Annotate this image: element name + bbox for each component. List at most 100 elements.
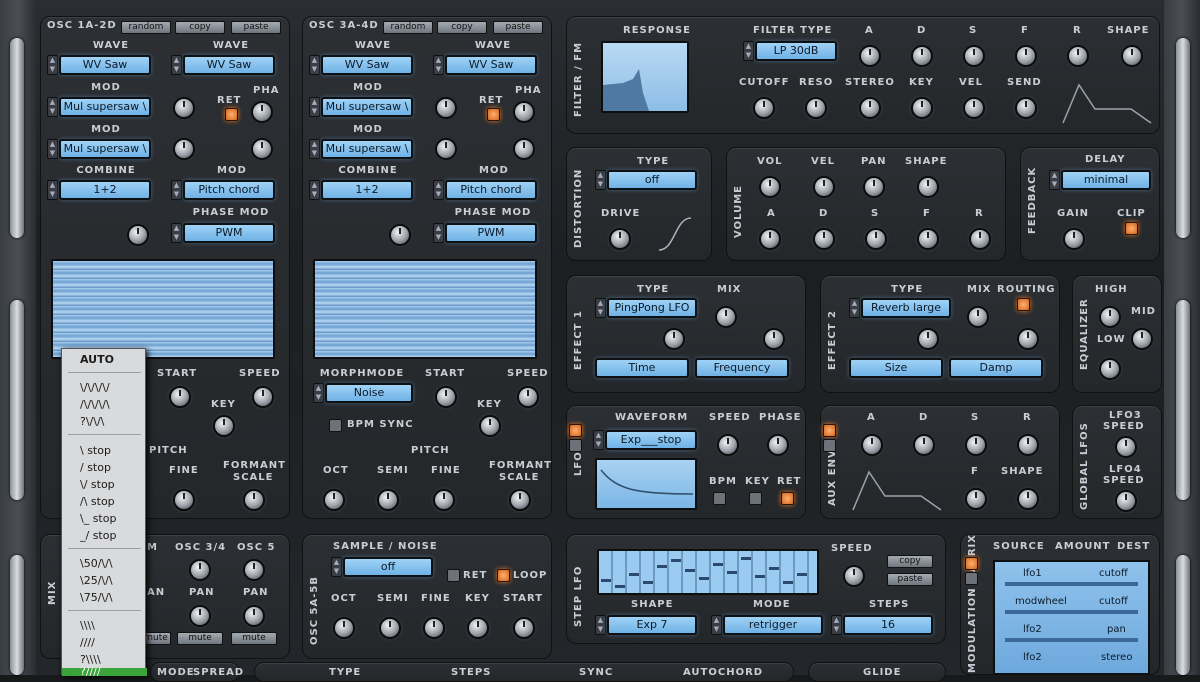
osc1-combine-display[interactable]: 1+2 bbox=[59, 180, 151, 200]
osc3-ret-led[interactable] bbox=[487, 108, 500, 121]
steplfo-paste-button[interactable]: paste bbox=[887, 573, 933, 586]
distortion-type-display[interactable]: off bbox=[607, 170, 697, 190]
osc1-wave2-arrows[interactable]: ▲ ▼ bbox=[171, 55, 182, 75]
steplfo-step-display[interactable] bbox=[597, 549, 819, 595]
distortion-drive-knob[interactable] bbox=[609, 228, 631, 250]
mix-pan2-knob[interactable] bbox=[243, 605, 265, 627]
osc1-wave-arrows[interactable]: ▲ ▼ bbox=[47, 55, 58, 75]
lfo-key-toggle[interactable] bbox=[749, 492, 762, 505]
osc1-pha2-knob[interactable] bbox=[251, 138, 273, 160]
effect1-mix-knob[interactable] bbox=[715, 306, 737, 328]
menu-item[interactable]: \/\/\/\/ bbox=[62, 379, 147, 396]
osc1-pha-knob[interactable] bbox=[251, 101, 273, 123]
mix-osc5-knob[interactable] bbox=[243, 559, 265, 581]
osc1-wave2-display[interactable]: WV Saw bbox=[183, 55, 275, 75]
osc3-mod3-arrows[interactable]: ▲ ▼ bbox=[433, 180, 444, 200]
effect1-type-arrows[interactable]: ▲ ▼ bbox=[595, 298, 606, 318]
global-lfo4-speed-knob[interactable] bbox=[1115, 490, 1137, 512]
osc3-mod2-knob[interactable] bbox=[435, 138, 457, 160]
auxenv-shape-knob[interactable] bbox=[1017, 488, 1039, 510]
menu-item[interactable]: \\\\ bbox=[62, 617, 147, 634]
effect1-type-display[interactable]: PingPong LFO bbox=[607, 298, 697, 318]
menu-item-auto[interactable]: AUTO bbox=[62, 351, 147, 368]
menu-item[interactable]: \ stop bbox=[62, 442, 147, 459]
left-handle-mid[interactable] bbox=[10, 300, 24, 500]
menu-item[interactable]: //// bbox=[62, 634, 147, 651]
steplfo-mode-display[interactable]: retrigger bbox=[723, 615, 823, 635]
filter-send-knob[interactable] bbox=[1015, 97, 1037, 119]
auxenv-s-knob[interactable] bbox=[965, 434, 987, 456]
osc3-mod2-display[interactable]: Mul supersaw \ bbox=[321, 139, 413, 159]
osc3-bpm-sync-toggle[interactable] bbox=[329, 419, 342, 432]
steplfo-shape-display[interactable]: Exp 7 bbox=[607, 615, 697, 635]
sample-loop-led[interactable] bbox=[497, 569, 510, 582]
menu-item[interactable]: \75/\/\ bbox=[62, 589, 147, 606]
osc1-phase-mod-knob[interactable] bbox=[127, 224, 149, 246]
osc3-fine-knob[interactable] bbox=[433, 489, 455, 511]
effect2-damp-display[interactable]: Damp bbox=[949, 358, 1043, 378]
osc3-morphmode-display[interactable]: Noise bbox=[325, 383, 413, 403]
right-handle-bottom[interactable] bbox=[1176, 555, 1190, 675]
matrix-page-led-2[interactable] bbox=[965, 572, 978, 585]
effect2-routing-led[interactable] bbox=[1017, 298, 1030, 311]
osc3-mod-knob[interactable] bbox=[435, 97, 457, 119]
effect2-type-display[interactable]: Reverb large bbox=[861, 298, 951, 318]
matrix-row[interactable]: lfo1 cutoff bbox=[995, 568, 1148, 594]
steplfo-steps-display[interactable]: 16 bbox=[843, 615, 933, 635]
filter-vel-knob[interactable] bbox=[963, 97, 985, 119]
auxenv-a-knob[interactable] bbox=[861, 434, 883, 456]
left-handle-bottom[interactable] bbox=[10, 555, 24, 675]
matrix-row[interactable]: modwheel cutoff bbox=[995, 596, 1148, 622]
osc3-paste-button[interactable]: paste bbox=[493, 21, 543, 34]
osc3-wave2-arrows[interactable]: ▲ ▼ bbox=[433, 55, 444, 75]
osc1-speed-knob[interactable] bbox=[252, 386, 274, 408]
right-handle-mid[interactable] bbox=[1176, 300, 1190, 500]
osc1-copy-button[interactable]: copy bbox=[175, 21, 225, 34]
sample-start-knob[interactable] bbox=[513, 617, 535, 639]
filter-d-knob[interactable] bbox=[911, 45, 933, 67]
auxenv-f-knob[interactable] bbox=[965, 488, 987, 510]
osc3-combine-display[interactable]: 1+2 bbox=[321, 180, 413, 200]
filter-f-knob[interactable] bbox=[1015, 45, 1037, 67]
menu-item[interactable]: \25/\/\ bbox=[62, 572, 147, 589]
osc1-mod2-display[interactable]: Mul supersaw \ bbox=[59, 139, 151, 159]
osc1-formant-knob[interactable] bbox=[243, 489, 265, 511]
osc3-mod2-arrows[interactable]: ▲ ▼ bbox=[309, 139, 320, 159]
osc1-fine-knob[interactable] bbox=[173, 489, 195, 511]
filter-type-arrows[interactable]: ▲ ▼ bbox=[743, 41, 754, 61]
sample-oct-knob[interactable] bbox=[333, 617, 355, 639]
effect1-time-display[interactable]: Time bbox=[595, 358, 689, 378]
filter-key-knob[interactable] bbox=[911, 97, 933, 119]
delay-clip-led[interactable] bbox=[1125, 222, 1138, 235]
menu-item[interactable]: /\ stop bbox=[62, 493, 147, 510]
matrix-amount-bar[interactable] bbox=[1005, 638, 1138, 642]
osc3-wave-display[interactable]: WV Saw bbox=[321, 55, 413, 75]
delay-gain-knob[interactable] bbox=[1063, 228, 1085, 250]
osc3-key-knob[interactable] bbox=[479, 415, 501, 437]
eq-low-knob[interactable] bbox=[1099, 358, 1121, 380]
lfo-bpm-toggle[interactable] bbox=[713, 492, 726, 505]
volume-vol-knob[interactable] bbox=[759, 176, 781, 198]
lfo-waveform-display[interactable]: Exp___stop bbox=[605, 430, 697, 450]
volume-d-knob[interactable] bbox=[813, 228, 835, 250]
osc1-mod2-knob[interactable] bbox=[173, 138, 195, 160]
menu-item[interactable]: ?\/\/\ bbox=[62, 413, 147, 430]
osc3-morphmode-arrows[interactable]: ▲ ▼ bbox=[313, 383, 324, 403]
mix-pan-knob[interactable] bbox=[189, 605, 211, 627]
mix-mute-button-3[interactable]: mute bbox=[231, 632, 277, 645]
menu-item[interactable]: / stop bbox=[62, 459, 147, 476]
volume-s-knob[interactable] bbox=[865, 228, 887, 250]
steplfo-speed-knob[interactable] bbox=[843, 565, 865, 587]
volume-a-knob[interactable] bbox=[759, 228, 781, 250]
global-lfo3-speed-knob[interactable] bbox=[1115, 436, 1137, 458]
sample-display[interactable]: off bbox=[343, 557, 433, 577]
menu-item[interactable]: ?\\\\ bbox=[62, 651, 147, 668]
osc3-speed-knob[interactable] bbox=[517, 386, 539, 408]
matrix-row[interactable]: lfo2 pan bbox=[995, 624, 1148, 650]
effect1-freq-knob[interactable] bbox=[763, 328, 785, 350]
effect2-damp-knob[interactable] bbox=[1017, 328, 1039, 350]
filter-shape-knob[interactable] bbox=[1121, 45, 1143, 67]
filter-s-knob[interactable] bbox=[963, 45, 985, 67]
sample-ret-toggle[interactable] bbox=[447, 569, 460, 582]
osc1-key-knob[interactable] bbox=[213, 415, 235, 437]
